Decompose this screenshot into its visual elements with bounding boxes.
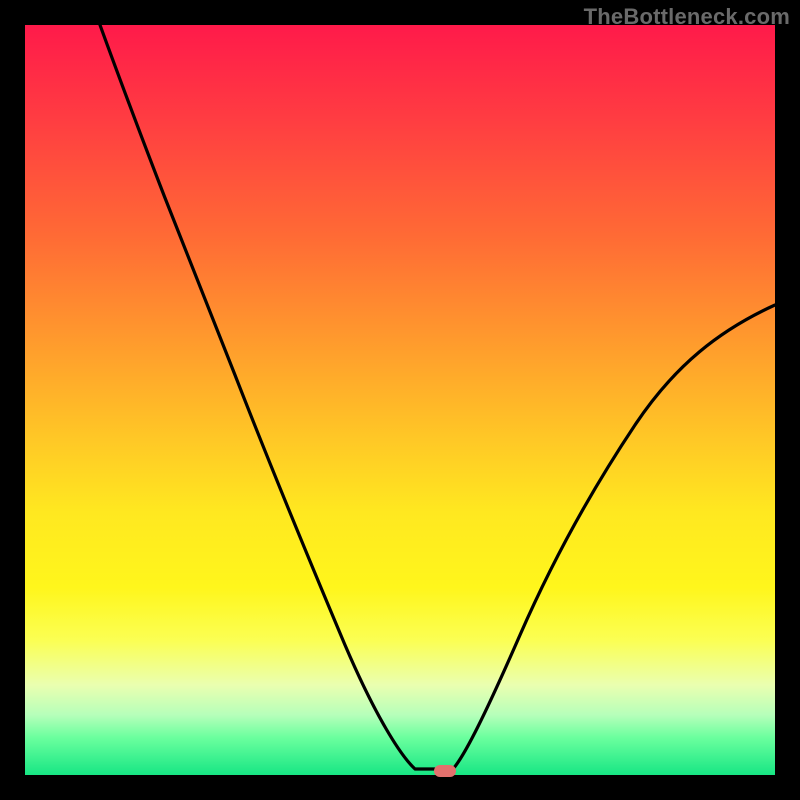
plot-area	[25, 25, 775, 775]
watermark-text: TheBottleneck.com	[584, 4, 790, 30]
optimal-marker	[434, 765, 456, 777]
curve-path	[100, 25, 775, 769]
bottleneck-curve	[25, 25, 775, 775]
chart-container: TheBottleneck.com	[0, 0, 800, 800]
